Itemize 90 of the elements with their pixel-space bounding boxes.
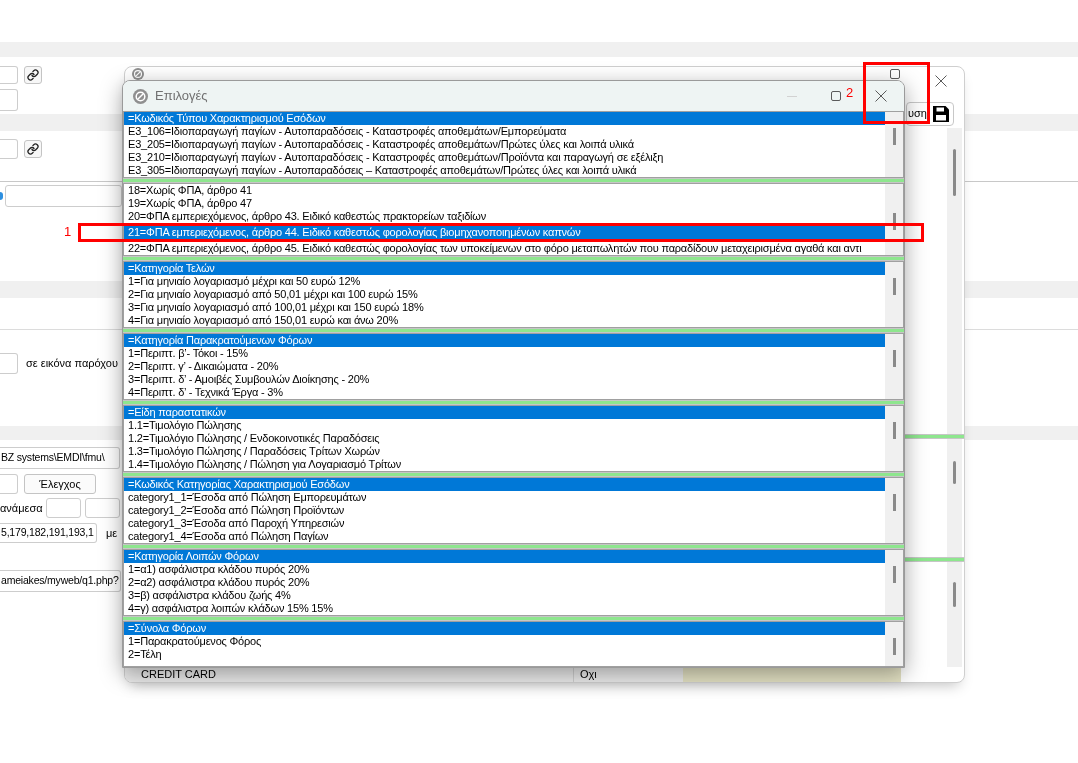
list-item[interactable]: 1=Παρακρατούμενος Φόρος [124,635,885,648]
scroll-thumb[interactable] [953,582,956,607]
list-item[interactable]: =Κατηγορία Τελών [124,262,885,275]
marker-icon [0,192,3,200]
list-item[interactable]: 1=Περιπτ. β’- Τόκοι - 15% [124,347,885,360]
list-item[interactable]: 3=Περιπτ. δ’ - Αμοιβές Συμβουλών Διοίκησης - 20% [124,373,885,386]
list-item[interactable]: 1.1=Τιμολόγιο Πώλησης [124,419,885,432]
input-field[interactable] [84,498,120,518]
scroll-thumb[interactable] [892,213,896,230]
scroll-thumb[interactable] [892,350,896,367]
list-item[interactable]: 2=Περιπτ. γ’ - Δικαιώματα - 20% [124,360,885,373]
list-item[interactable]: category1_4=Έσοδα από Πώληση Παγίων [124,530,885,543]
input-field[interactable] [0,139,18,159]
scroll-thumb[interactable] [892,638,896,655]
input-field[interactable]: ameiakes/myweb/q1.php? [0,570,121,592]
list-item[interactable]: category1_2=Έσοδα από Πώληση Προϊόντων [124,504,885,517]
scrollbar[interactable] [885,406,903,471]
list-item[interactable]: =Κατηγορία Λοιπών Φόρων [124,550,885,563]
link-icon [27,69,39,81]
list-item[interactable]: 3=Για μηνιαίο λογαριασμό από 100,01 μέχρι και 150 ευρώ 18% [124,301,885,314]
scrollbar[interactable] [885,478,903,543]
list-item[interactable]: 4=γ) ασφάλιστρα λοιπών κλάδων 15% 15% [124,602,885,615]
input-field[interactable] [5,185,122,207]
list-item[interactable]: category1_3=Έσοδα από Παροχή Υπηρεσιών [124,517,885,530]
input-field[interactable] [45,498,81,518]
list-item[interactable]: 2=α2) ασφάλιστρα κλάδου πυρός 20% [124,576,885,589]
list-item[interactable]: category1_1=Έσοδα από Πώληση Εμπορευμάτων [124,491,885,504]
input-field[interactable]: 5,179,182,191,193,1 [0,523,97,543]
between-label: ανάμεσα [0,500,43,516]
list-item[interactable]: 22=ΦΠΑ εμπεριεχόμενος, άρθρο 45. Ειδικό καθεστώς φορολογίας των υποκείμενων στο φόρο μεταπωλητών που παραδίδουν μεταχειρισμένα αγαθά και αντι [124,242,885,255]
list-item[interactable]: 4=Περιπτ. δ’ - Τεχνικά Έργα - 3% [124,386,885,399]
link-button[interactable] [24,66,42,84]
link-icon [27,143,39,155]
with-label: με [106,525,118,541]
scrollbar[interactable] [885,334,903,399]
list-item[interactable]: 1.4=Τιμολόγιο Πώλησης / Πώληση για Λογαριασμό Τρίτων [124,458,885,471]
close-icon [875,90,887,102]
scroll-thumb[interactable] [892,278,896,295]
input-field[interactable]: BZ systems\EMDI\fmu\ [0,447,120,469]
scroll-thumb[interactable] [892,494,896,511]
app-icon [133,88,148,104]
list-item[interactable]: E3_205=Ιδιοπαραγωγή παγίων - Αυτοπαραδόσεις - Καταστροφές αποθεμάτων/Πρώτες ύλες και λοιπά υλικά [124,138,885,151]
list-item[interactable]: 20=ΦΠΑ εμπεριεχόμενος, άρθρο 43. Ειδικό καθεστώς πρακτορείων ταξιδίων [124,210,885,223]
minimize-icon [787,95,797,97]
scroll-thumb[interactable] [892,566,896,583]
list-item[interactable]: =Είδη παραστατικών [124,406,885,419]
list-item[interactable]: 1.2=Τιμολόγιο Πώλησης / Ενδοκοινοτικές Παραδόσεις [124,432,885,445]
input-field[interactable] [0,89,18,111]
highlight-frame [863,62,930,124]
input-field[interactable] [0,353,18,374]
list-item[interactable]: E3_106=Ιδιοπαραγωγή παγίων - Αυτοπαραδόσεις - Καταστροφές αποθεμάτων/Εμπορεύματα [124,125,885,138]
list-item[interactable]: E3_305=Ιδιοπαραγωγή παγίων - Αυτοπαραδόσεις – Καταστροφές αποθεμάτων/Πρώτες ύλες και λοιπά υλικά [124,164,885,177]
list-item[interactable]: 2=Τέλη [124,648,885,661]
window-title: Επιλογές [155,87,208,106]
maximize-icon [890,69,900,79]
input-field[interactable] [0,66,18,84]
annotation-number: 2 [846,86,854,100]
scrollbar[interactable] [885,262,903,327]
list-item[interactable]: 1=Για μηνιαίο λογαριασμό μέχρι και 50 ευρώ 12% [124,275,885,288]
scrollbar[interactable] [885,112,903,177]
list-item[interactable]: 18=Χωρίς ΦΠΑ, άρθρο 41 [124,184,885,197]
link-button[interactable] [24,140,42,158]
annotation-number: 1 [64,225,72,239]
list-item[interactable]: 1.3=Τιμολόγιο Πώλησης / Παραδόσεις Τρίτων Χωρών [124,445,885,458]
list-item[interactable]: 3=β) ασφάλιστρα κλάδου ζωής 4% [124,589,885,602]
list-item[interactable]: 1=α1) ασφάλιστρα κλάδου πυρός 20% [124,563,885,576]
scroll-thumb[interactable] [892,422,896,439]
list-item[interactable]: 19=Χωρίς ΦΠΑ, άρθρο 47 [124,197,885,210]
list-item[interactable]: 4=Για μηνιαίο λογαριασμό από 150,01 ευρώ και άνω 20% [124,314,885,327]
list-item[interactable]: 21=ΦΠΑ εμπεριεχόμενος, άρθρο 44. Ειδικό καθεστώς φορολογίας βιομηχανοποιημένων καπνών [124,226,885,239]
scroll-thumb[interactable] [953,461,956,484]
scrollbar[interactable] [885,550,903,615]
scrollbar[interactable] [947,439,962,557]
scrollbar[interactable] [947,562,962,667]
scrollbar[interactable] [885,184,903,255]
list-item[interactable]: E3_210=Ιδιοπαραγωγή παγίων - Αυτοπαραδόσεις - Καταστροφές αποθεμάτων/Προϊόντα και παραγωγή σε εξέλιξη [124,151,885,164]
list-item[interactable]: =Σύνολα Φόρων [124,622,885,635]
list-item[interactable]: 2=Για μηνιαίο λογαριασμό από 50,01 μέχρι και 100 ευρώ 15% [124,288,885,301]
input-field[interactable] [0,474,18,494]
list-item[interactable]: =Κωδικός Τύπου Χαρακτηρισμού Εσόδων [124,112,885,125]
list-item[interactable]: =Κωδικός Κατηγορίας Χαρακτηρισμού Εσόδων [124,478,885,491]
provider-label: σε εικόνα παρόχου [26,356,118,372]
scrollbar[interactable] [947,128,962,434]
scroll-thumb[interactable] [953,149,956,196]
scroll-thumb[interactable] [892,128,896,145]
list-item[interactable]: =Κατηγορία Παρακρατούμενων Φόρων [124,334,885,347]
check-button[interactable]: Έλεγχος [24,474,96,494]
scrollbar[interactable] [885,622,903,666]
maximize-icon [831,91,841,101]
close-icon [935,74,947,87]
